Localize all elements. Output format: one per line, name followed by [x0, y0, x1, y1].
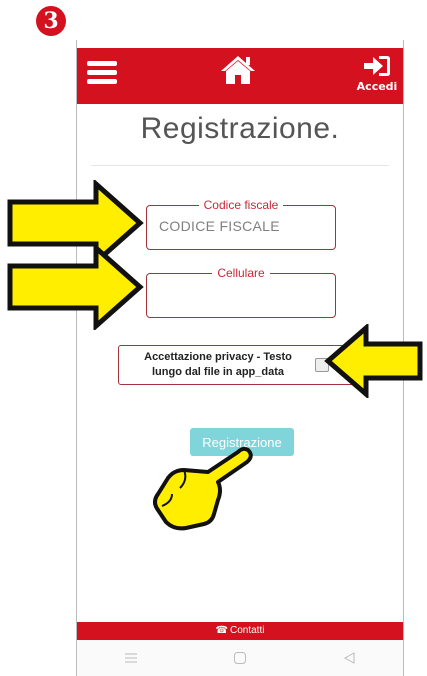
sign-in-icon — [364, 56, 390, 76]
recent-apps-icon[interactable] — [121, 648, 141, 668]
fiscal-code-label: Codice fiscale — [203, 198, 279, 212]
fiscal-code-input[interactable] — [159, 212, 323, 234]
login-button[interactable]: Accedi — [355, 54, 399, 100]
pointing-hand-icon — [153, 446, 253, 531]
divider — [91, 165, 389, 166]
cellphone-input[interactable] — [159, 280, 323, 302]
cellphone-label: Cellulare — [217, 266, 265, 280]
fiscal-code-fieldset: Codice fiscale — [146, 198, 336, 250]
step-number-badge: 3 — [36, 6, 66, 36]
home-nav-icon[interactable] — [230, 648, 250, 668]
page-title: Registrazione. — [140, 112, 340, 145]
cellphone-fieldset: Cellulare — [146, 266, 336, 318]
top-app-bar: Accedi — [77, 48, 403, 104]
arrow-left-icon — [324, 324, 423, 398]
contacts-footer[interactable]: ☎ Contatti — [77, 622, 403, 640]
privacy-consent-text: Accettazione privacy - Testo lungo dal f… — [144, 351, 292, 378]
android-nav-bar — [77, 640, 403, 676]
menu-icon[interactable] — [87, 57, 117, 87]
arrow-right-icon — [7, 244, 144, 330]
back-nav-icon[interactable] — [339, 648, 359, 668]
login-label: Accedi — [356, 80, 398, 93]
contacts-label: Contatti — [230, 625, 265, 636]
phone-icon: ☎ — [215, 625, 228, 636]
home-icon[interactable] — [219, 54, 257, 86]
